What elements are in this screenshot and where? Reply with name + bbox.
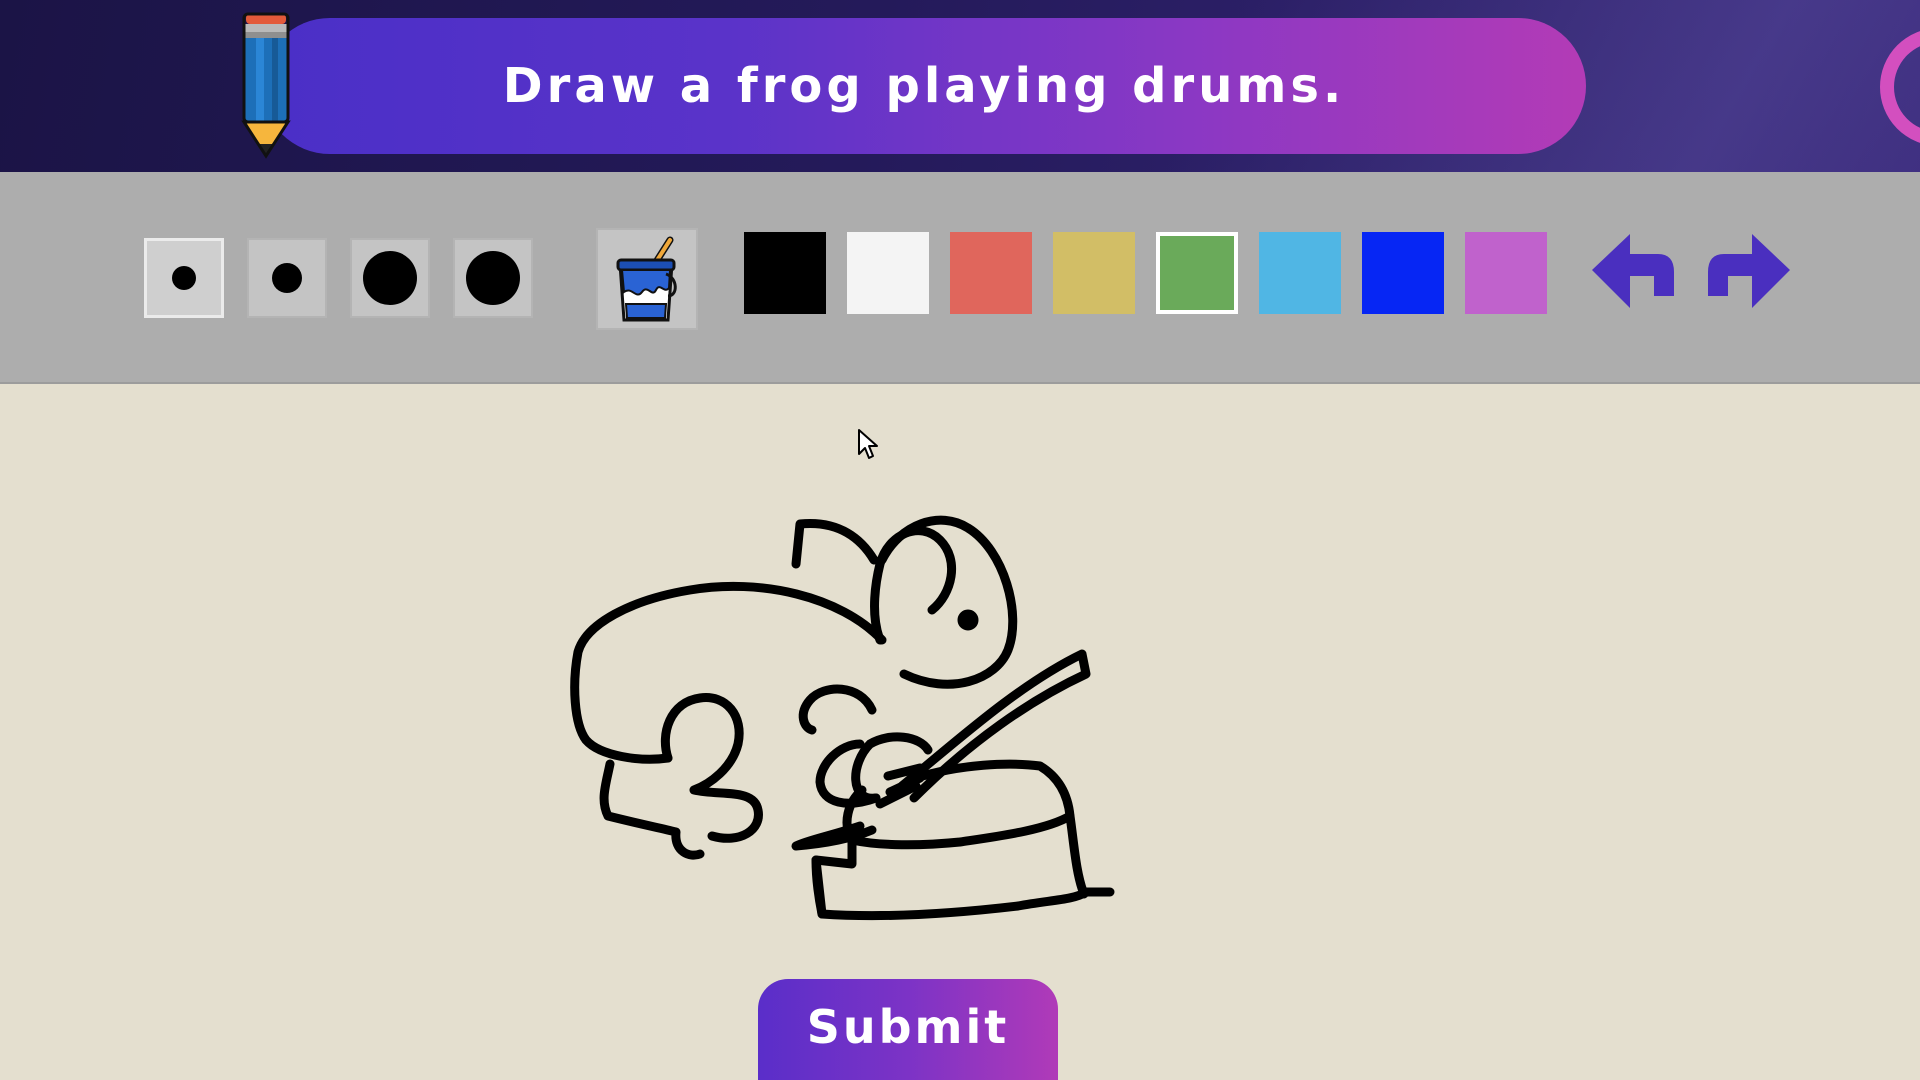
redo-arrow-icon [1708,234,1790,308]
color-swatch-black[interactable] [744,232,826,314]
undo-button[interactable] [1588,230,1678,314]
timer-ring-icon [1880,31,1920,143]
undo-arrow-icon [1592,234,1674,308]
top-banner: Draw a frog playing drums. [0,0,1920,172]
brush-size-3-dot-icon [363,251,417,305]
fill-bucket-button[interactable] [596,228,698,330]
drawing-game-screen: Draw a frog playing drums. Submit [0,0,1920,1080]
paint-bucket-icon [616,236,677,322]
brush-size-1-button[interactable] [144,238,224,318]
drawing-toolbar [0,172,1920,384]
color-swatch-white[interactable] [847,232,929,314]
mouse-cursor-icon [858,429,878,459]
color-swatch-blue[interactable] [1362,232,1444,314]
brush-size-1-dot-icon [172,266,196,290]
color-swatch-gold[interactable] [1053,232,1135,314]
submit-button[interactable]: Submit [758,979,1058,1080]
color-swatch-light-blue[interactable] [1259,232,1341,314]
frog-drawing-strokes [570,515,1115,921]
redo-button[interactable] [1704,230,1794,314]
drawing-canvas[interactable] [0,384,1920,1080]
brush-size-4-button[interactable] [453,238,533,318]
prompt-text: Draw a frog playing drums. [502,58,1346,114]
color-swatch-purple[interactable] [1465,232,1547,314]
brush-size-2-button[interactable] [247,238,327,318]
brush-size-2-dot-icon [272,263,302,293]
color-swatch-green[interactable] [1156,232,1238,314]
prompt-banner: Draw a frog playing drums. [262,18,1586,154]
color-swatch-red[interactable] [950,232,1032,314]
brush-size-3-button[interactable] [350,238,430,318]
pencil-icon [241,12,291,159]
brush-size-4-dot-icon [466,251,520,305]
